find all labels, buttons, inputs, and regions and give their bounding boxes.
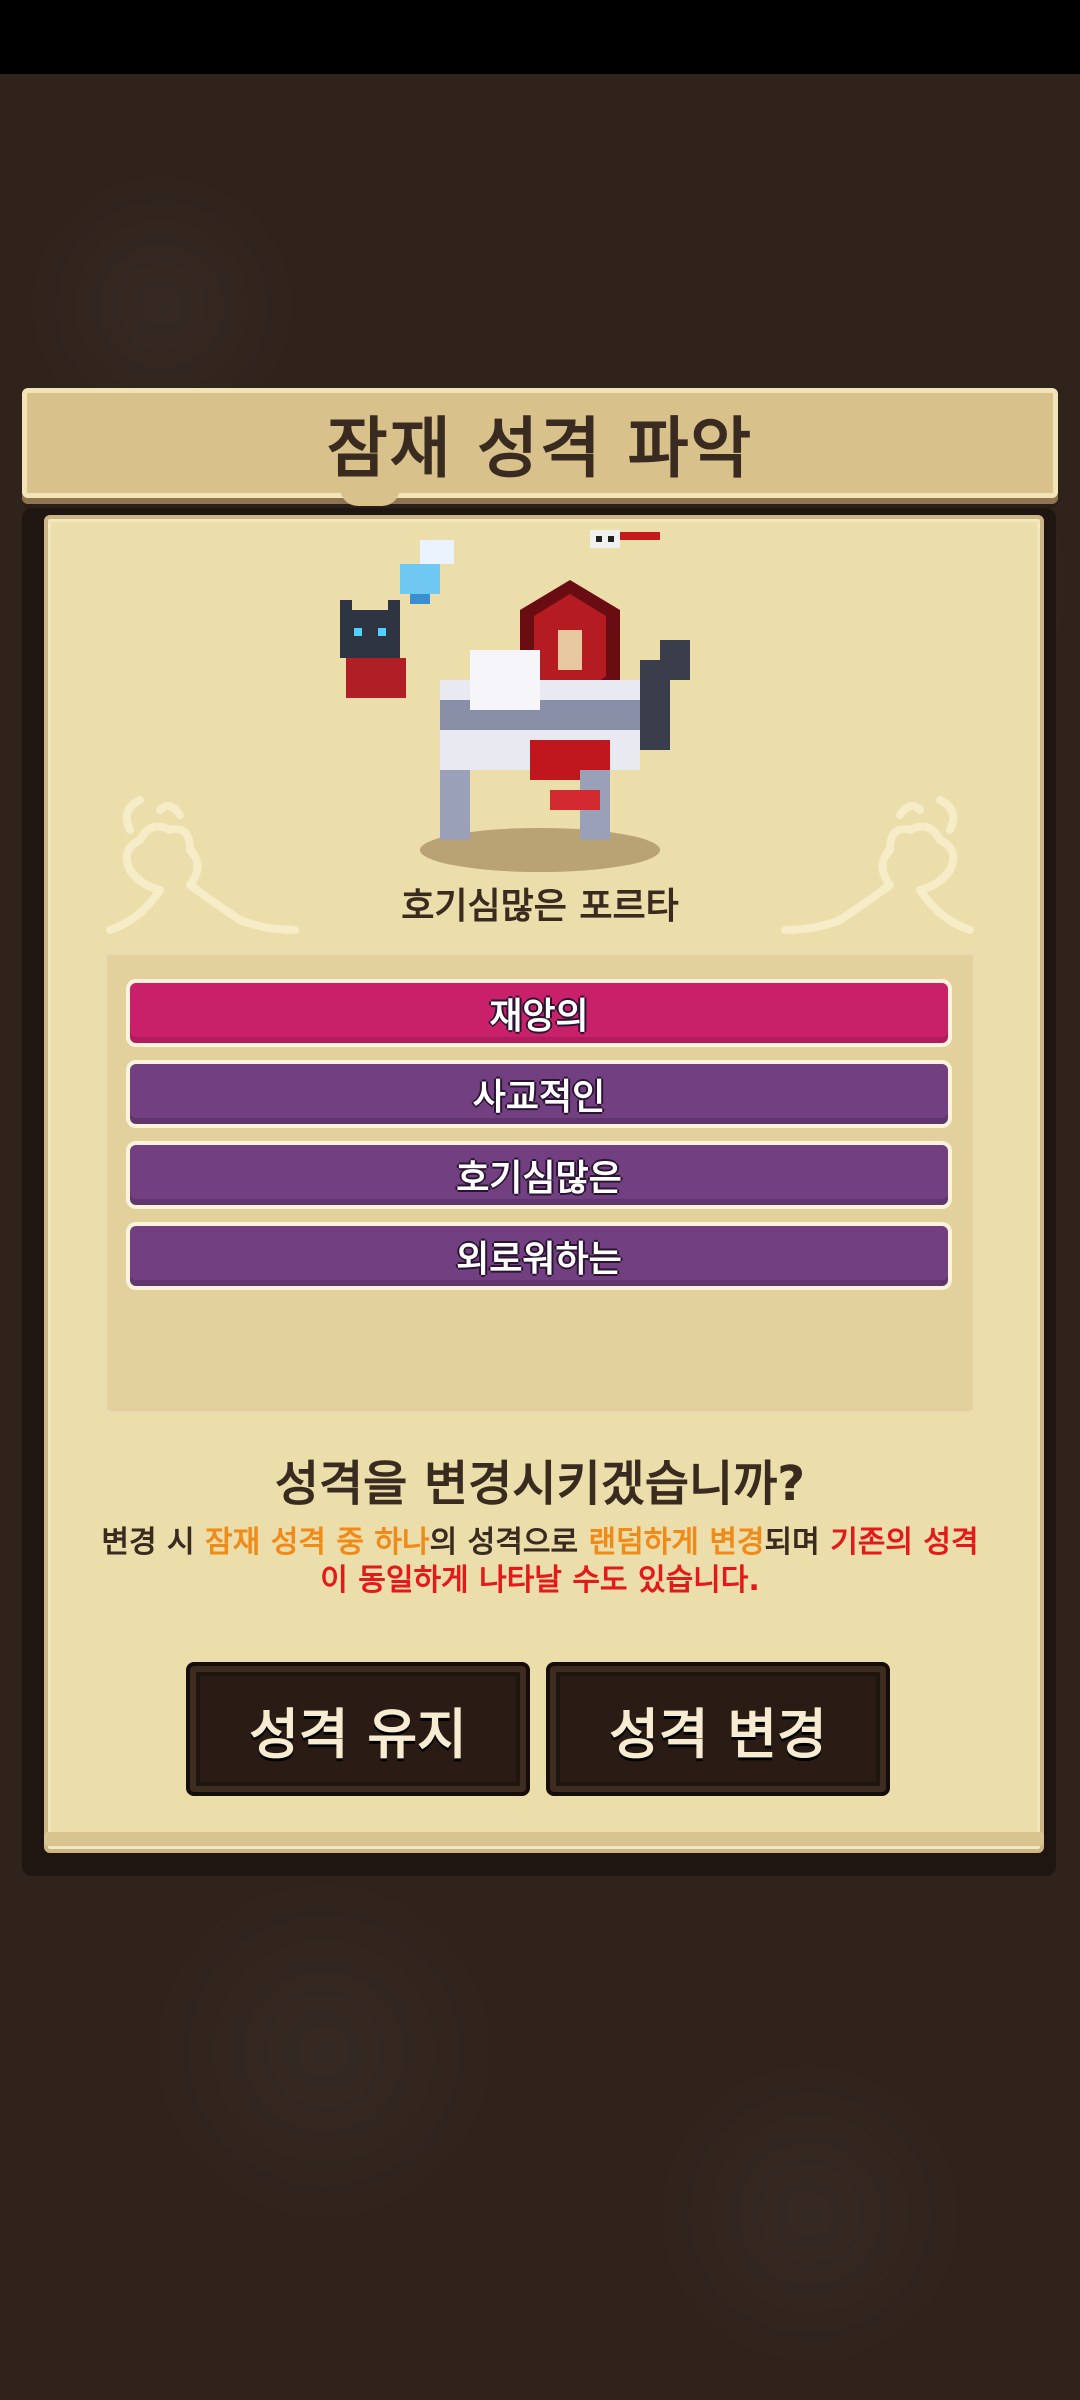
trait-option[interactable]: 외로워하는: [126, 1222, 952, 1290]
character-sprite: [340, 530, 690, 872]
desc-text: 되며: [764, 1525, 831, 1560]
desc-highlight: 랜덤하게 변경: [588, 1525, 765, 1560]
title-banner: 잠재 성격 파악: [22, 388, 1058, 498]
dialog-title: 잠재 성격 파악: [326, 410, 754, 487]
trait-option[interactable]: 사교적인: [126, 1060, 952, 1128]
change-personality-button[interactable]: 성격 변경: [546, 1662, 890, 1796]
desc-highlight: 잠재 성격 중 하나: [205, 1525, 430, 1560]
desc-text: 변경 시: [101, 1525, 206, 1560]
character-name: 호기심많은 포르타: [401, 886, 679, 927]
confirm-question: 성격을 변경시키겠습니까?: [274, 1456, 806, 1512]
change-description: 변경 시 잠재 성격 중 하나의 성격으로 랜덤하게 변경되며 기존의 성격이 …: [100, 1524, 980, 1600]
keep-personality-button[interactable]: 성격 유지: [186, 1662, 530, 1796]
title-notch: [340, 488, 400, 506]
paper-edge: [44, 1832, 1044, 1846]
status-bar: [0, 0, 1080, 74]
desc-text: 의 성격으로: [429, 1525, 589, 1560]
trait-option[interactable]: 호기심많은: [126, 1141, 952, 1209]
trait-option-selected[interactable]: 재앙의: [126, 979, 952, 1047]
